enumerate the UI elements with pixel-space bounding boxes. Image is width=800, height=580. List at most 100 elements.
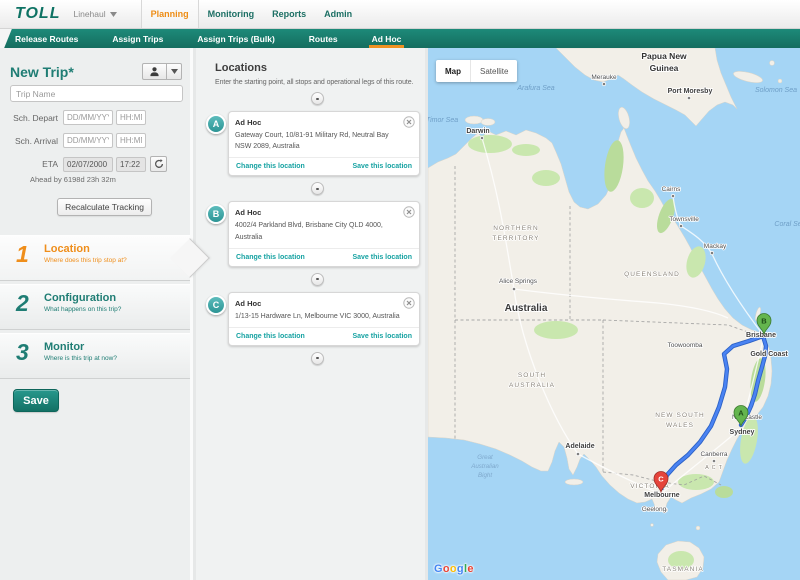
sub-nav: Release Routes Assign Trips Assign Trips… bbox=[0, 29, 800, 48]
map-label: Canberra bbox=[700, 451, 727, 458]
pin-letter: C bbox=[658, 474, 664, 483]
stop-name: Ad Hoc bbox=[235, 118, 413, 127]
user-split-button bbox=[142, 63, 182, 80]
map-island-kangaroo bbox=[565, 479, 583, 485]
step-configuration[interactable]: 2 Configuration What happens on this tri… bbox=[0, 284, 190, 330]
map-city-dot bbox=[671, 194, 674, 197]
insert-stop-button[interactable] bbox=[311, 352, 324, 365]
chevron-down-icon bbox=[171, 69, 178, 74]
eta-ahead-text: Ahead by 6198d 23h 32m bbox=[30, 175, 190, 184]
map-city-dot bbox=[480, 136, 483, 139]
pin-letter: A bbox=[738, 408, 744, 417]
step-title: Location bbox=[44, 243, 190, 255]
change-location-link[interactable]: Change this location bbox=[236, 163, 305, 170]
stop-bubble-b: B bbox=[206, 204, 226, 224]
google-logo: Google bbox=[434, 563, 474, 575]
user-icon bbox=[149, 66, 160, 77]
map-label: AUSTRALIA bbox=[509, 382, 555, 389]
map-island bbox=[465, 116, 483, 124]
map-label: Timor Sea bbox=[428, 117, 458, 124]
save-location-link[interactable]: Save this location bbox=[352, 254, 412, 261]
map-label: TASMANIA bbox=[662, 566, 704, 573]
eta-time-field[interactable] bbox=[116, 157, 146, 172]
stop-bubble-c: C bbox=[206, 295, 226, 315]
save-location-link[interactable]: Save this location bbox=[352, 163, 412, 170]
map-city-dot bbox=[712, 459, 715, 462]
stop-address: 1/13-15 Hardware Ln, Melbourne VIC 3000,… bbox=[235, 311, 413, 322]
map-label: Melbourne bbox=[644, 492, 679, 499]
dot-icon bbox=[316, 357, 319, 359]
map-island bbox=[481, 119, 495, 126]
change-location-link[interactable]: Change this location bbox=[236, 333, 305, 340]
map-label: Coral Sea bbox=[774, 221, 800, 228]
step-subtitle: Where is this trip at now? bbox=[44, 355, 190, 362]
user-button[interactable] bbox=[142, 63, 167, 80]
subnav-assign-trips[interactable]: Assign Trips bbox=[112, 29, 163, 48]
user-dropdown-button[interactable] bbox=[167, 63, 182, 80]
change-location-link[interactable]: Change this location bbox=[236, 254, 305, 261]
trip-form-panel: New Trip* Sch. Depart Sch. Arrival bbox=[0, 48, 193, 580]
map-label: A C T bbox=[705, 465, 723, 471]
location-card: Ad Hoc 4002/4 Parkland Blvd, Brisbane Ci… bbox=[228, 201, 420, 266]
map-view-button[interactable]: Map bbox=[436, 60, 471, 82]
depart-time-input[interactable] bbox=[116, 110, 146, 125]
nav-notch-decoration bbox=[0, 29, 12, 48]
arrival-time-input[interactable] bbox=[116, 133, 146, 148]
map-label: WALES bbox=[666, 422, 694, 429]
context-label: Linehaul bbox=[73, 9, 105, 19]
locations-panel: Locations Enter the starting point, all … bbox=[196, 48, 425, 580]
depart-date-input[interactable] bbox=[63, 110, 113, 125]
map-label: Australia bbox=[505, 303, 548, 314]
subnav-assign-trips-bulk[interactable]: Assign Trips (Bulk) bbox=[197, 29, 274, 48]
close-icon[interactable] bbox=[403, 116, 415, 128]
arrival-label: Sch. Arrival bbox=[0, 136, 63, 146]
map-label: Papua New bbox=[641, 51, 687, 61]
location-card: Ad Hoc 1/13-15 Hardware Ln, Melbourne VI… bbox=[228, 292, 420, 346]
close-icon[interactable] bbox=[403, 206, 415, 218]
stop-address: Gateway Court, 10/81-91 Military Rd, Neu… bbox=[235, 130, 413, 152]
map-label: Geelong bbox=[642, 506, 667, 513]
map-canvas[interactable]: Papua NewGuineaMeraukePort MoresbySolomo… bbox=[428, 48, 800, 580]
step-monitor[interactable]: 3 Monitor Where is this trip at now? bbox=[0, 333, 190, 379]
subnav-release-routes[interactable]: Release Routes bbox=[15, 29, 78, 48]
eta-date-field[interactable] bbox=[63, 157, 113, 172]
map-label: Australian bbox=[470, 463, 499, 470]
save-button[interactable]: Save bbox=[13, 389, 59, 412]
trip-name-input[interactable] bbox=[10, 85, 183, 102]
arrival-date-input[interactable] bbox=[63, 133, 113, 148]
tab-planning[interactable]: Planning bbox=[141, 0, 199, 28]
tab-reports[interactable]: Reports bbox=[263, 0, 315, 28]
map-island bbox=[778, 79, 782, 83]
map-label: Great bbox=[477, 454, 493, 461]
step-location[interactable]: 1 Location Where does this trip stop at? bbox=[0, 235, 190, 281]
page-title: New Trip* bbox=[10, 64, 74, 80]
step-subtitle: What happens on this trip? bbox=[44, 306, 190, 313]
save-location-link[interactable]: Save this location bbox=[352, 333, 412, 340]
map-city-dot bbox=[512, 287, 515, 290]
map-city-dot bbox=[602, 82, 605, 85]
map-label: Alice Springs bbox=[499, 278, 538, 285]
content-area: New Trip* Sch. Depart Sch. Arrival bbox=[0, 48, 800, 580]
insert-stop-button[interactable] bbox=[311, 92, 324, 105]
insert-stop-button[interactable] bbox=[311, 182, 324, 195]
map-label: TERRITORY bbox=[492, 235, 539, 242]
refresh-eta-button[interactable] bbox=[150, 156, 167, 172]
map-label: Solomon Sea bbox=[755, 87, 797, 94]
subnav-ad-hoc[interactable]: Ad Hoc bbox=[372, 29, 402, 48]
depart-label: Sch. Depart bbox=[0, 113, 63, 123]
close-icon[interactable] bbox=[403, 297, 415, 309]
map-label: Brisbane bbox=[746, 332, 776, 339]
subnav-routes[interactable]: Routes bbox=[309, 29, 338, 48]
context-dropdown[interactable]: Linehaul bbox=[73, 0, 116, 28]
insert-stop-button[interactable] bbox=[311, 273, 324, 286]
map-type-control: Map Satellite bbox=[436, 60, 517, 82]
top-bar: TOLL Linehaul Planning Monitoring Report… bbox=[0, 0, 800, 29]
recalculate-tracking-button[interactable]: Recalculate Tracking bbox=[57, 198, 152, 216]
satellite-view-button[interactable]: Satellite bbox=[471, 60, 517, 82]
map-label: Darwin bbox=[466, 128, 489, 135]
tab-admin[interactable]: Admin bbox=[315, 0, 361, 28]
stop-row-a: A Ad Hoc Gateway Court, 10/81-91 Militar… bbox=[215, 111, 420, 176]
tab-monitoring[interactable]: Monitoring bbox=[199, 0, 264, 28]
map-label: Mackay bbox=[704, 243, 727, 250]
map-label: Gold Coast bbox=[750, 351, 788, 358]
